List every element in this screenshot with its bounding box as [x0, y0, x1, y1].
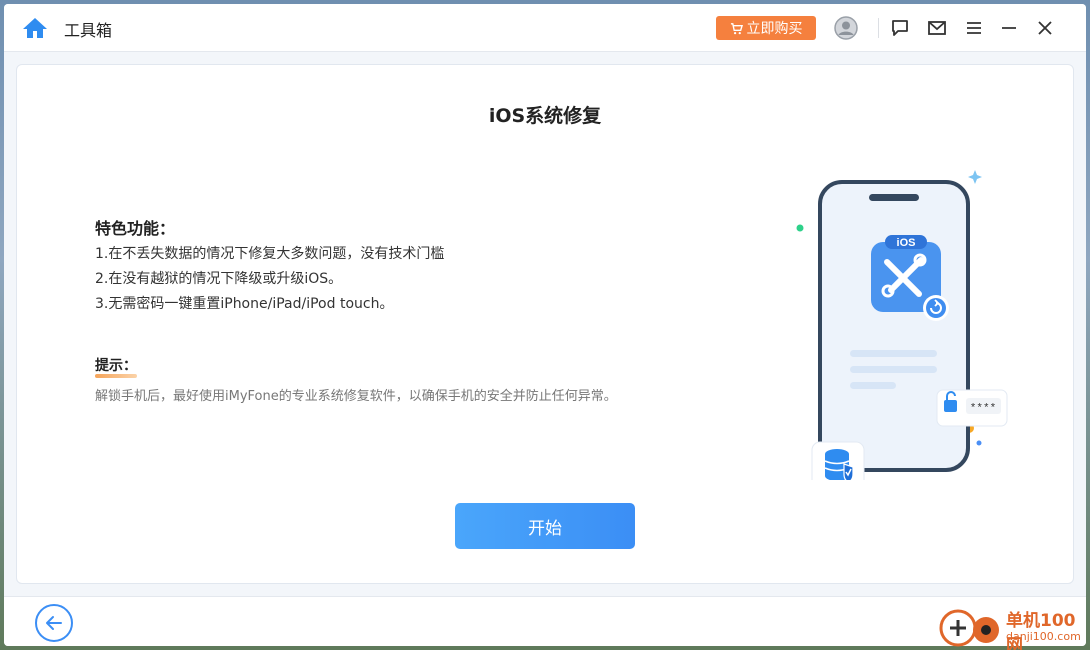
start-button[interactable]: 开始: [455, 503, 635, 549]
buy-now-button[interactable]: 立即购买: [716, 16, 816, 40]
feature-item: 3.无需密码一键重置iPhone/iPad/iPod touch。: [95, 296, 394, 312]
home-icon[interactable]: [22, 16, 48, 40]
tip-text: 解锁手机后，最好使用iMyFone的专业系统修复软件，以确保手机的安全并防止任何…: [95, 389, 617, 404]
feature-item: 1.在不丢失数据的情况下修复大多数问题，没有技术门槛: [95, 246, 445, 262]
mail-icon[interactable]: [927, 18, 947, 38]
watermark-title: 单机100网: [1006, 611, 1076, 650]
password-mask-text: ****: [970, 403, 996, 415]
titlebar-divider: [878, 18, 879, 38]
main-card: iOS系统修复 特色功能： 1.在不丢失数据的情况下修复大多数问题，没有技术门槛…: [16, 64, 1074, 584]
close-icon[interactable]: [1035, 18, 1055, 38]
title-bar: 工具箱 立即购买: [4, 4, 1086, 52]
phone-repair-illustration: iOS ****: [796, 170, 1008, 480]
watermark-url: danji100.com: [1006, 630, 1081, 643]
feedback-icon[interactable]: [890, 18, 910, 38]
ios-badge-text: iOS: [897, 237, 916, 249]
tip-underline: [95, 374, 137, 378]
tip-heading: 提示：: [95, 358, 137, 374]
app-title: 工具箱: [64, 21, 113, 40]
feature-item: 2.在没有越狱的情况下降级或升级iOS。: [95, 271, 343, 287]
user-avatar-icon[interactable]: [834, 16, 858, 40]
buy-now-label: 立即购买: [746, 21, 803, 37]
menu-icon[interactable]: [964, 18, 984, 38]
features-heading: 特色功能：: [95, 219, 176, 238]
minimize-icon[interactable]: [999, 18, 1019, 38]
app-window: 工具箱 立即购买 iOS系统修复 特色功能： 1.在不丢失数据的情况下修复大多数…: [4, 4, 1086, 646]
page-title: iOS系统修复: [488, 105, 602, 127]
cart-icon: [730, 22, 743, 34]
start-label: 开始: [528, 518, 562, 539]
bottom-bar: [4, 596, 1086, 646]
back-arrow-icon[interactable]: [34, 603, 74, 643]
